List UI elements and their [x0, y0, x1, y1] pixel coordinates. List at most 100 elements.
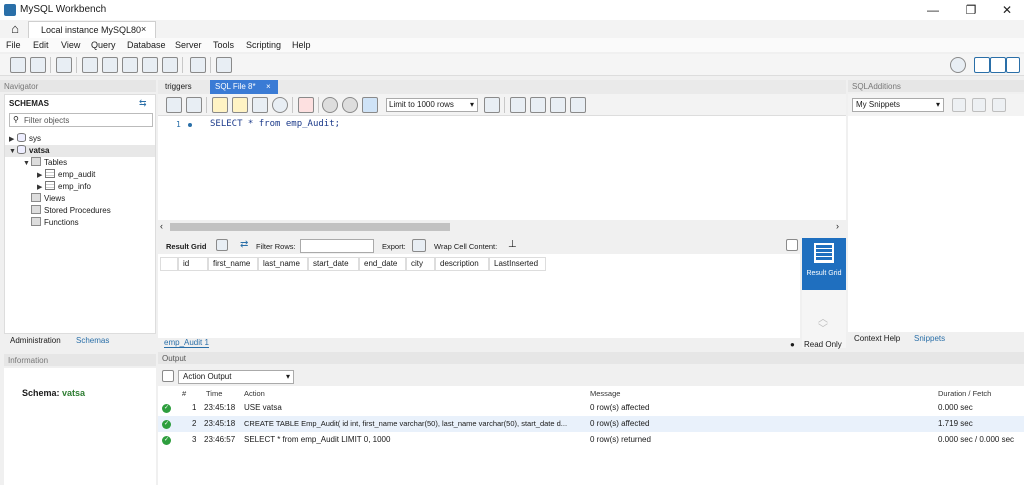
result-grid[interactable]: id first_name last_name start_date end_d… — [158, 254, 800, 338]
minimize-button[interactable]: — — [920, 2, 946, 18]
sql-code[interactable]: SELECT * from emp_Audit; — [210, 119, 340, 129]
column-header[interactable]: start_date — [308, 257, 359, 271]
menu-server[interactable]: Server — [175, 40, 202, 50]
filter-objects-input[interactable]: ⚲ Filter objects — [9, 113, 153, 127]
explain-icon[interactable] — [252, 97, 268, 113]
tab-triggers[interactable]: triggers — [160, 80, 197, 94]
tab-administration[interactable]: Administration — [10, 336, 61, 345]
maximize-button[interactable]: ❐ — [958, 2, 984, 18]
menu-view[interactable]: View — [61, 40, 80, 50]
menu-tools[interactable]: Tools — [213, 40, 234, 50]
toggle-secondary-sidebar-icon[interactable] — [1006, 57, 1020, 73]
column-header[interactable]: end_date — [359, 257, 406, 271]
toggle-output-icon[interactable] — [990, 57, 1006, 73]
open-sql-file-icon[interactable] — [30, 57, 46, 73]
close-icon[interactable]: × — [141, 24, 146, 34]
collapse-icon[interactable]: ▼ — [23, 158, 31, 170]
column-header[interactable]: description — [435, 257, 489, 271]
scroll-left-icon[interactable]: ‹ — [160, 221, 163, 231]
beautify-icon[interactable] — [510, 97, 526, 113]
tree-item-tables[interactable]: ▼ Tables — [23, 157, 67, 169]
find-icon[interactable] — [530, 97, 546, 113]
menu-database[interactable]: Database — [127, 40, 166, 50]
menu-file[interactable]: File — [6, 40, 21, 50]
stop-icon[interactable] — [272, 97, 288, 113]
sql-editor[interactable]: 1 SELECT * from emp_Audit; — [158, 116, 846, 220]
scroll-down-icon[interactable]: ﹀ — [818, 320, 828, 335]
chevron-down-icon: ▾ — [935, 100, 940, 109]
execute-current-icon[interactable] — [232, 97, 248, 113]
scrollbar-thumb[interactable] — [170, 223, 450, 231]
toggle-sidebar-icon[interactable] — [974, 57, 990, 73]
column-header[interactable]: first_name — [208, 257, 258, 271]
create-table-icon[interactable] — [102, 57, 118, 73]
commit-icon[interactable] — [322, 97, 338, 113]
copy-icon[interactable] — [162, 370, 174, 382]
toggle-panel-icon[interactable] — [786, 239, 798, 251]
refresh-icon[interactable]: ⇄ — [240, 239, 248, 250]
tree-item-vatsa[interactable]: ▼ vatsa — [5, 145, 155, 157]
collapse-icon[interactable]: ▼ — [9, 146, 17, 158]
invisible-chars-icon[interactable] — [550, 97, 566, 113]
inspector-icon[interactable] — [56, 57, 72, 73]
close-icon[interactable]: × — [266, 80, 271, 94]
menu-edit[interactable]: Edit — [33, 40, 49, 50]
snippets-select[interactable]: My Snippets ▾ — [852, 98, 944, 112]
refresh-icon[interactable]: ⇆ — [139, 98, 147, 109]
open-file-icon[interactable] — [166, 97, 182, 113]
output-row[interactable]: ✓ 1 23:45:18 USE vatsa 0 row(s) affected… — [158, 400, 1024, 416]
insert-snippet-icon[interactable] — [952, 98, 966, 112]
scroll-right-icon[interactable]: › — [836, 221, 839, 231]
editor-horizontal-scrollbar[interactable]: ‹ › — [158, 220, 846, 234]
stop-on-error-icon[interactable] — [362, 97, 378, 113]
output-type-select[interactable]: Action Output ▾ — [178, 370, 294, 384]
execute-icon[interactable] — [212, 97, 228, 113]
settings-icon[interactable] — [950, 57, 966, 73]
create-schema-icon[interactable] — [82, 57, 98, 73]
filter-rows-input[interactable] — [300, 239, 374, 253]
menu-help[interactable]: Help — [292, 40, 311, 50]
connection-tab[interactable]: Local instance MySQL80 × — [28, 21, 156, 38]
column-header[interactable]: LastInserted — [489, 257, 546, 271]
column-header[interactable]: id — [178, 257, 208, 271]
create-view-icon[interactable] — [122, 57, 138, 73]
column-header[interactable]: city — [406, 257, 435, 271]
tab-schemas[interactable]: Schemas — [76, 336, 109, 345]
copy-snippet-icon[interactable] — [992, 98, 1006, 112]
create-function-icon[interactable] — [162, 57, 178, 73]
reconnect-icon[interactable] — [216, 57, 232, 73]
tab-sql-file[interactable]: SQL File 8* × — [210, 80, 278, 94]
add-bookmark-icon[interactable] — [484, 97, 500, 113]
tab-snippets[interactable]: Snippets — [914, 334, 945, 343]
replace-snippet-icon[interactable] — [972, 98, 986, 112]
output-row[interactable]: ✓ 3 23:46:57 SELECT * from emp_Audit LIM… — [158, 432, 1024, 448]
output-row[interactable]: ✓ 2 23:45:18 CREATE TABLE Emp_Audit( id … — [158, 416, 1024, 432]
search-table-data-icon[interactable] — [190, 57, 206, 73]
menu-scripting[interactable]: Scripting — [246, 40, 281, 50]
new-sql-tab-icon[interactable] — [10, 57, 26, 73]
tree-item-emp-info[interactable]: ▶ emp_info — [37, 181, 91, 193]
export-icon[interactable] — [412, 239, 426, 252]
close-window-button[interactable]: ✕ — [994, 2, 1020, 18]
grid-icon[interactable] — [216, 239, 228, 251]
tree-item-emp-audit[interactable]: ▶ emp_audit — [37, 169, 95, 181]
tab-result[interactable]: emp_Audit 1 — [164, 338, 209, 348]
menu-query[interactable]: Query — [91, 40, 116, 50]
tree-item-views[interactable]: Views — [31, 193, 65, 205]
tree-item-sys[interactable]: ▶ sys — [9, 133, 41, 145]
column-header: Action — [244, 389, 265, 398]
result-grid-button[interactable]: Result Grid — [802, 238, 846, 290]
rollback-icon[interactable] — [342, 97, 358, 113]
snippets-list[interactable] — [848, 116, 1024, 332]
wrap-icon[interactable]: ⊥ — [508, 239, 517, 250]
word-wrap-icon[interactable] — [570, 97, 586, 113]
tree-item-stored-procedures[interactable]: Stored Procedures — [31, 205, 111, 217]
tab-context-help[interactable]: Context Help — [854, 334, 900, 343]
column-header[interactable]: last_name — [258, 257, 308, 271]
limit-rows-select[interactable]: Limit to 1000 rows ▾ — [386, 98, 478, 112]
toggle-autocommit-icon[interactable] — [298, 97, 314, 113]
create-procedure-icon[interactable] — [142, 57, 158, 73]
save-icon[interactable] — [186, 97, 202, 113]
home-icon[interactable]: ⌂ — [4, 22, 26, 36]
tree-item-functions[interactable]: Functions — [31, 217, 79, 229]
